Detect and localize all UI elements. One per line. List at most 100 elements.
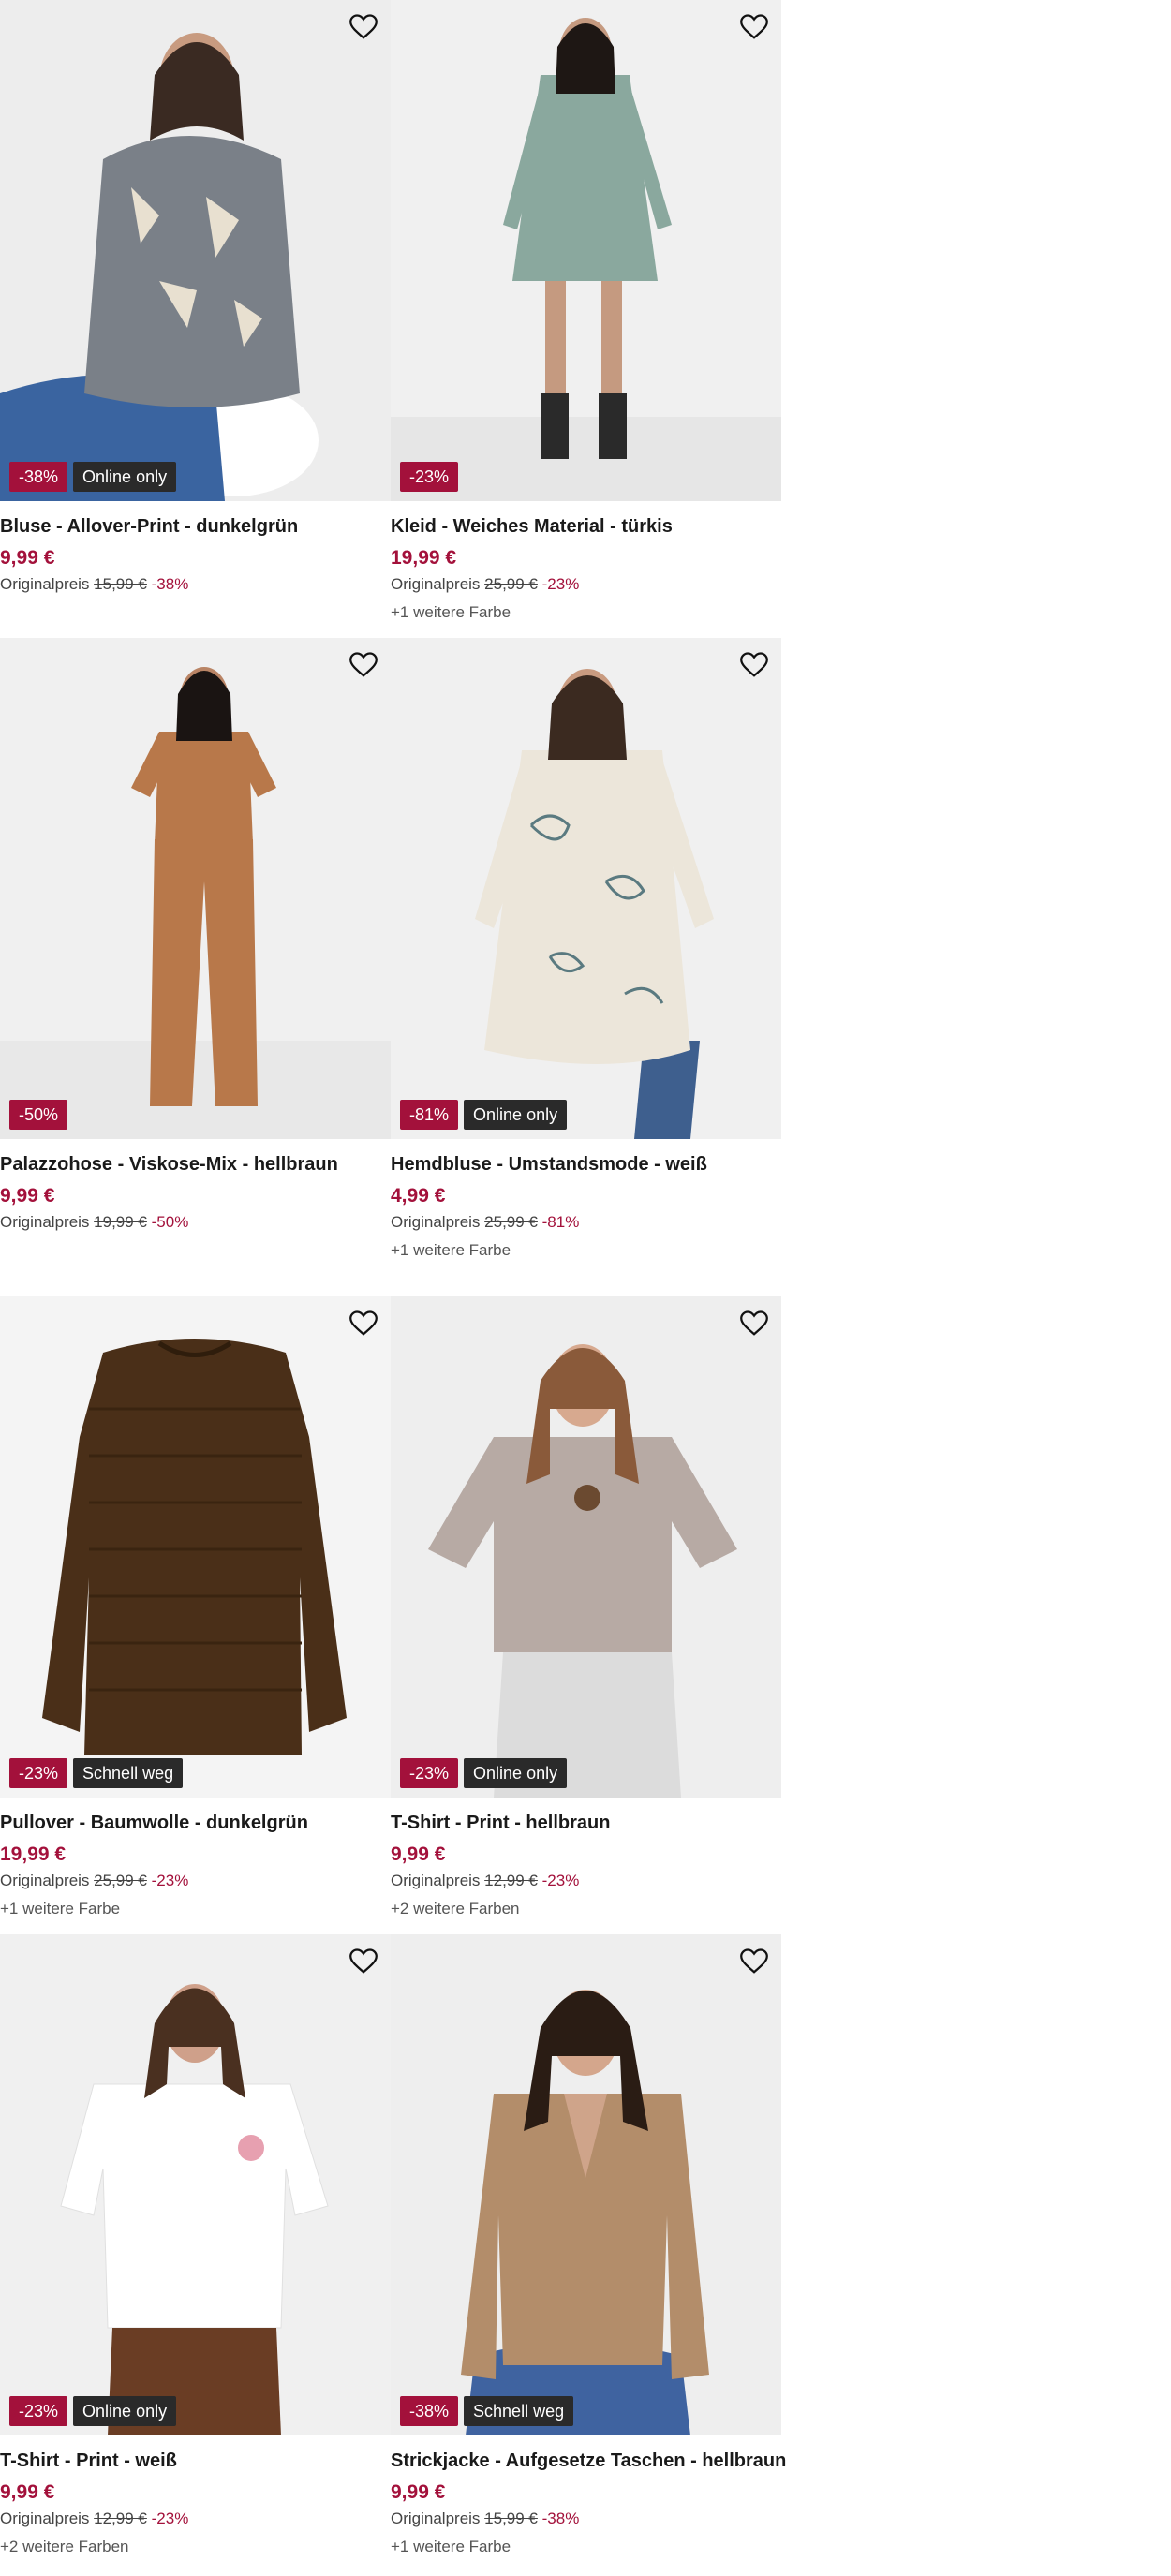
original-price-label: Originalpreis xyxy=(391,1872,481,1889)
product-card[interactable]: -50% Palazzohose - Viskose-Mix - hellbra… xyxy=(0,638,391,1276)
favorite-heart-icon[interactable] xyxy=(348,649,379,681)
product-title[interactable]: Hemdbluse - Umstandsmode - weiß xyxy=(391,1154,781,1176)
product-info: Bluse - Allover-Print - dunkelgrün 9,99 … xyxy=(0,501,391,638)
more-colors[interactable]: +2 weitere Farben xyxy=(0,2538,391,2556)
original-price-percent: -50% xyxy=(151,1213,189,1231)
original-price-label: Originalpreis xyxy=(0,575,90,593)
discount-badge: -23% xyxy=(400,462,459,492)
product-price: 9,99 € xyxy=(391,2481,446,2503)
product-title[interactable]: Bluse - Allover-Print - dunkelgrün xyxy=(0,516,391,538)
tag-badge: Online only xyxy=(464,1758,568,1788)
favorite-heart-icon[interactable] xyxy=(348,1308,379,1340)
product-card[interactable]: -23% Kleid - Weiches Material - türkis 1… xyxy=(391,0,781,638)
product-price: 4,99 € xyxy=(391,1185,446,1207)
original-price-value: 12,99 € xyxy=(484,1872,538,1889)
tag-badge: Online only xyxy=(73,462,177,492)
product-info: Pullover - Baumwolle - dunkelgrün 19,99 … xyxy=(0,1798,391,1934)
product-card[interactable]: -81% Online only Hemdbluse - Umstandsmod… xyxy=(391,638,781,1276)
product-photo xyxy=(391,1296,781,1798)
original-price: Originalpreis 25,99 € -23% xyxy=(0,1872,391,1890)
product-image[interactable]: -38% Online only xyxy=(0,0,391,501)
product-image[interactable]: -50% xyxy=(0,638,391,1139)
tag-badge: Online only xyxy=(464,1100,568,1130)
product-grid: -38% Online only Bluse - Allover-Print -… xyxy=(0,0,786,2576)
product-title[interactable]: Palazzohose - Viskose-Mix - hellbraun xyxy=(0,1154,391,1176)
product-photo xyxy=(0,638,391,1139)
tag-badge: Schnell weg xyxy=(73,1758,184,1788)
product-price: 9,99 € xyxy=(0,2481,55,2503)
discount-badge: -23% xyxy=(9,1758,68,1788)
favorite-heart-icon[interactable] xyxy=(738,1946,770,1977)
product-info: Strickjacke - Aufgesetze Taschen - hellb… xyxy=(391,2435,786,2576)
original-price-percent: -23% xyxy=(541,1872,580,1889)
original-price-value: 25,99 € xyxy=(94,1872,147,1889)
original-price-value: 15,99 € xyxy=(94,575,147,593)
discount-badge: -81% xyxy=(400,1100,459,1130)
product-title[interactable]: Strickjacke - Aufgesetze Taschen - hellb… xyxy=(391,2450,786,2472)
discount-badge: -38% xyxy=(9,462,68,492)
badges: -38% Schnell weg xyxy=(400,2396,574,2426)
badges: -23% Online only xyxy=(400,1758,568,1788)
original-price-percent: -38% xyxy=(541,2509,580,2527)
favorite-heart-icon[interactable] xyxy=(738,11,770,43)
original-price-percent: -23% xyxy=(151,2509,189,2527)
product-price: 9,99 € xyxy=(0,547,55,569)
product-info: Palazzohose - Viskose-Mix - hellbraun 9,… xyxy=(0,1139,391,1276)
favorite-heart-icon[interactable] xyxy=(738,649,770,681)
discount-badge: -23% xyxy=(9,2396,68,2426)
product-title[interactable]: Kleid - Weiches Material - türkis xyxy=(391,516,781,538)
original-price-label: Originalpreis xyxy=(0,1872,90,1889)
original-price-label: Originalpreis xyxy=(391,575,481,593)
product-card[interactable]: -38% Schnell weg Strickjacke - Aufgesetz… xyxy=(391,1934,786,2576)
original-price-label: Originalpreis xyxy=(391,2509,481,2527)
original-price-label: Originalpreis xyxy=(391,1213,481,1231)
product-price: 19,99 € xyxy=(391,547,457,569)
original-price-label: Originalpreis xyxy=(0,2509,90,2527)
product-image[interactable]: -23% Schnell weg xyxy=(0,1296,391,1798)
product-price: 9,99 € xyxy=(0,1185,55,1207)
original-price: Originalpreis 15,99 € -38% xyxy=(391,2509,781,2528)
more-colors[interactable]: +1 weitere Farbe xyxy=(391,603,781,622)
product-card[interactable]: -23% Online only T-Shirt - Print - hellb… xyxy=(391,1296,781,1934)
original-price: Originalpreis 12,99 € -23% xyxy=(391,1872,781,1890)
badges: -23% Online only xyxy=(9,2396,177,2426)
tag-badge: Online only xyxy=(73,2396,177,2426)
more-colors[interactable]: +1 weitere Farbe xyxy=(0,1900,391,1918)
product-card[interactable]: -23% Online only T-Shirt - Print - weiß … xyxy=(0,1934,391,2576)
product-image[interactable]: -81% Online only xyxy=(391,638,781,1139)
product-card[interactable]: -23% Schnell weg Pullover - Baumwolle - … xyxy=(0,1296,391,1934)
original-price-percent: -23% xyxy=(541,575,580,593)
original-price: Originalpreis 15,99 € -38% xyxy=(0,575,391,594)
product-title[interactable]: T-Shirt - Print - weiß xyxy=(0,2450,391,2472)
badges: -23% Schnell weg xyxy=(9,1758,184,1788)
favorite-heart-icon[interactable] xyxy=(348,1946,379,1977)
product-card[interactable]: -38% Online only Bluse - Allover-Print -… xyxy=(0,0,391,638)
product-image[interactable]: -38% Schnell weg xyxy=(391,1934,781,2435)
favorite-heart-icon[interactable] xyxy=(348,11,379,43)
original-price-value: 15,99 € xyxy=(484,2509,538,2527)
discount-badge: -23% xyxy=(400,1758,459,1788)
product-photo xyxy=(0,1934,391,2435)
original-price: Originalpreis 25,99 € -23% xyxy=(391,575,781,594)
product-image[interactable]: -23% Online only xyxy=(391,1296,781,1798)
product-info: T-Shirt - Print - hellbraun 9,99 € Origi… xyxy=(391,1798,781,1934)
product-title[interactable]: Pullover - Baumwolle - dunkelgrün xyxy=(0,1813,391,1834)
product-image[interactable]: -23% xyxy=(391,0,781,501)
more-colors[interactable]: +1 weitere Farbe xyxy=(391,2538,781,2556)
discount-badge: -50% xyxy=(9,1100,68,1130)
badges: -38% Online only xyxy=(9,462,177,492)
more-colors[interactable]: +2 weitere Farben xyxy=(391,1900,781,1918)
more-colors[interactable]: +1 weitere Farbe xyxy=(391,1241,781,1260)
product-photo xyxy=(0,1296,391,1798)
favorite-heart-icon[interactable] xyxy=(738,1308,770,1340)
badges: -81% Online only xyxy=(400,1100,568,1130)
product-image[interactable]: -23% Online only xyxy=(0,1934,391,2435)
product-title[interactable]: T-Shirt - Print - hellbraun xyxy=(391,1813,781,1834)
badges: -50% xyxy=(9,1100,68,1130)
product-price: 19,99 € xyxy=(0,1843,67,1865)
tag-badge: Schnell weg xyxy=(464,2396,574,2426)
product-price: 9,99 € xyxy=(391,1843,446,1865)
discount-badge: -38% xyxy=(400,2396,459,2426)
original-price: Originalpreis 12,99 € -23% xyxy=(0,2509,391,2528)
product-info: T-Shirt - Print - weiß 9,99 € Originalpr… xyxy=(0,2435,391,2576)
